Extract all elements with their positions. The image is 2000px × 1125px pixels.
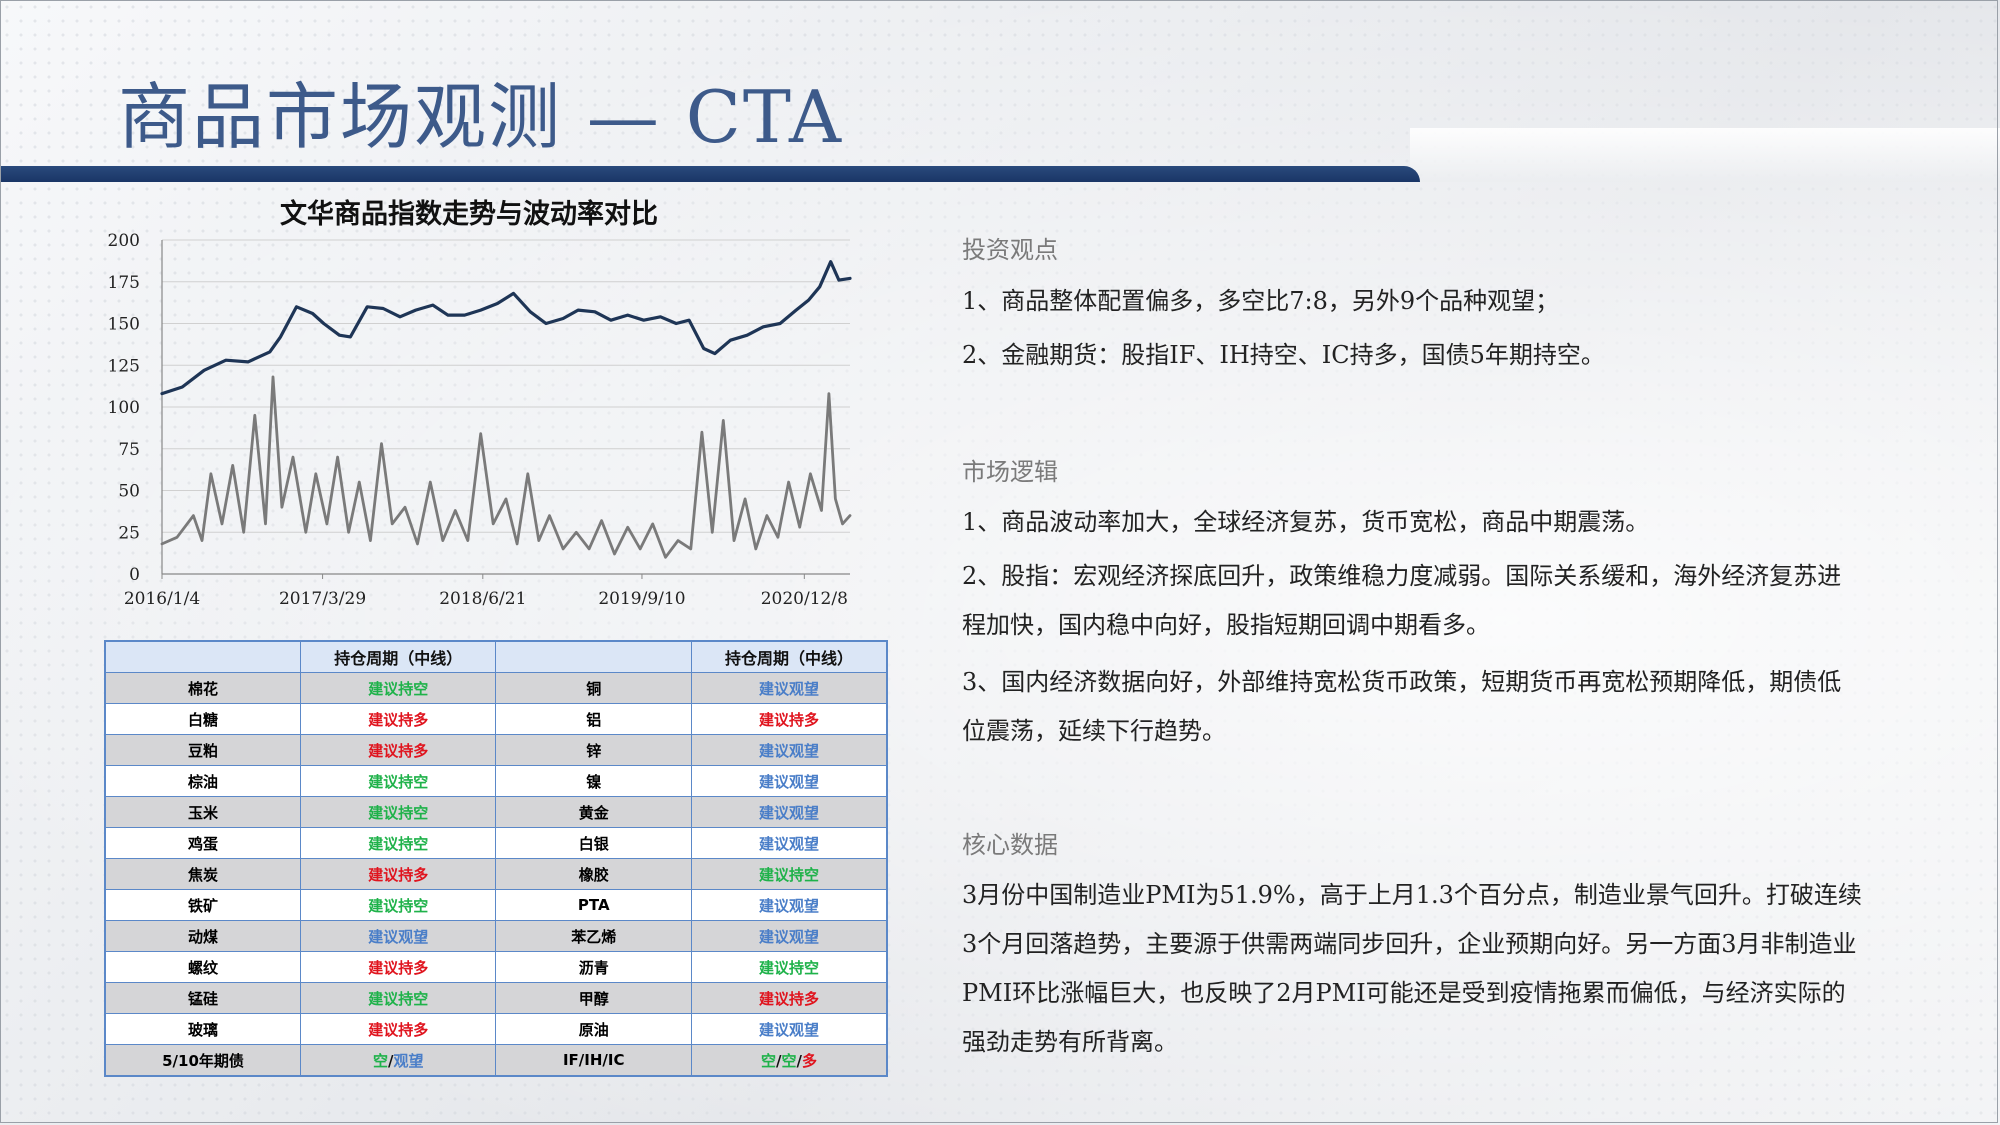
slide-frame — [0, 0, 1998, 1123]
